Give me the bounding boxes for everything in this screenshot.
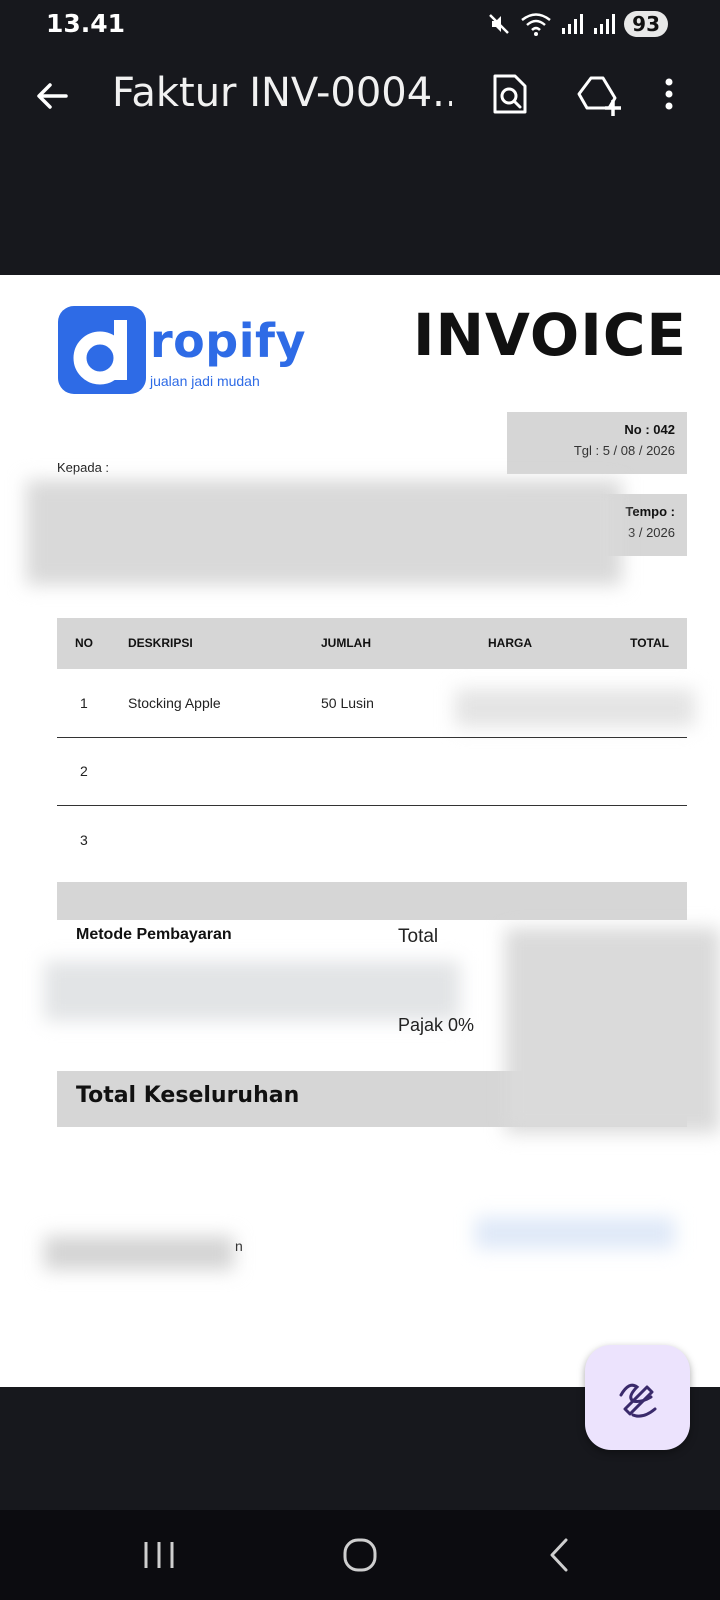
signal-icon-2 [594,14,616,34]
invoice-number-box: No : 042 Tgl : 5 / 08 / 2026 [507,412,687,474]
signature-fragment: n [235,1238,243,1254]
table-row: 2 [57,763,687,832]
items-table-header: NO DESKRIPSI JUMLAH HARGA TOTAL [57,618,687,669]
more-options-icon[interactable] [654,70,684,118]
redacted-price [455,689,695,727]
invoice-heading: INVOICE [412,301,687,369]
tax-label: Pajak 0% [398,1015,475,1035]
logo-tagline: jualan jadi mudah [150,373,260,389]
sign-document-button[interactable] [585,1345,690,1450]
col-no: NO [75,636,93,650]
mute-icon [489,14,510,34]
redacted-signature-mark [475,1217,675,1249]
recent-apps-icon[interactable] [137,1532,181,1578]
col-qty: JUMLAH [321,636,371,650]
signature-pen-icon [619,1383,657,1418]
back-arrow-icon[interactable] [30,74,74,118]
find-in-document-icon[interactable] [487,70,531,118]
signal-icon-1 [562,14,584,34]
logo-badge [58,306,146,394]
logo-wordmark: ropify [150,314,306,368]
redacted-recipient [26,480,622,585]
battery-indicator: 93 [624,11,668,37]
status-time: 13.41 [46,9,126,38]
recipient-label: Kepada : [57,460,110,475]
add-to-drive-icon[interactable] [575,70,625,118]
row-no: 2 [80,763,88,779]
wifi-icon [521,13,551,36]
redacted-payment-details [44,961,460,1021]
redacted-amounts [505,928,720,1133]
grand-total-label: Total Keseluruhan [76,1083,300,1108]
col-description: DESKRIPSI [128,636,193,650]
back-nav-icon[interactable] [538,1532,582,1578]
redacted-signature-name [44,1236,234,1270]
row-no: 1 [80,695,88,711]
document-page[interactable]: ropify jualan jadi mudah INVOICE No : 04… [0,275,720,1387]
row-description: Stocking Apple [128,695,221,711]
invoice-date: Tgl : 5 / 08 / 2026 [573,443,675,458]
table-footer-band [57,882,687,920]
due-date-value: 3 / 2026 [628,525,675,540]
document-title: Faktur INV-0004... [112,70,452,116]
row-no: 3 [80,832,88,848]
invoice-number: No : 042 [624,422,675,437]
col-total: TOTAL [630,636,669,650]
payment-method-label: Metode Pembayaran [76,926,232,943]
system-nav-bar [0,1510,720,1600]
col-price: HARGA [488,636,532,650]
row-qty: 50 Lusin [321,695,374,711]
status-bar: 13.41 93 [0,0,720,48]
row-divider [57,737,687,738]
app-bar: Faktur INV-0004... [0,52,720,140]
status-icons: 93 [486,10,668,38]
row-divider [57,805,687,806]
total-label: Total [398,926,439,947]
home-icon[interactable] [338,1532,382,1578]
logo-letter-icon [73,320,127,385]
